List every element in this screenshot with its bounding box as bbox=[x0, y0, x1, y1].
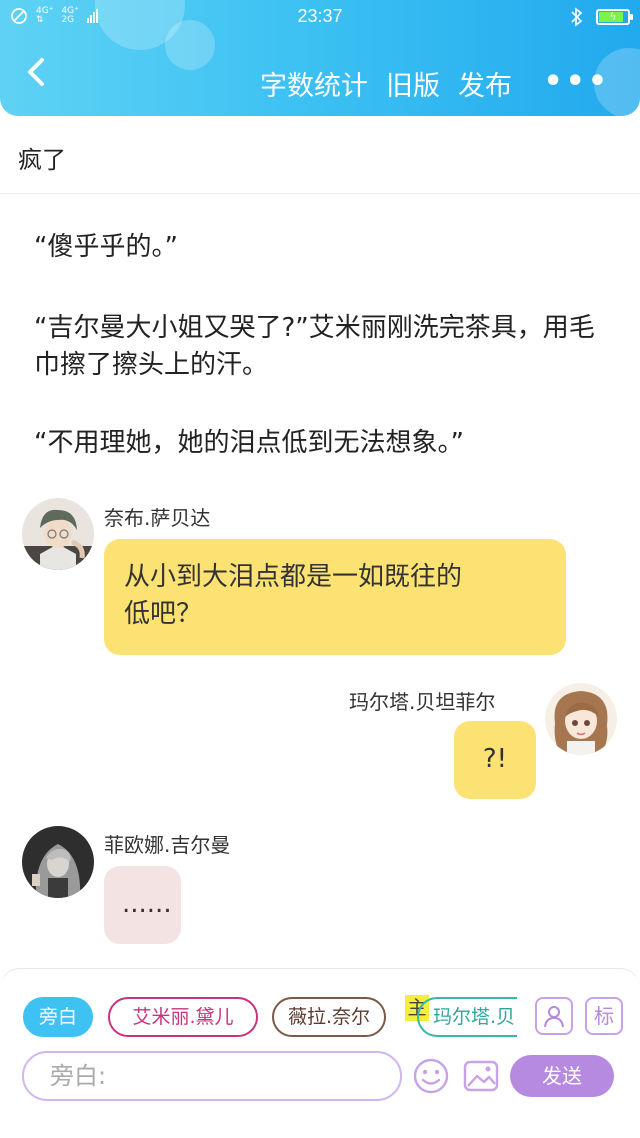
message-text-line: 低吧？ bbox=[124, 599, 203, 629]
story-title-row[interactable]: 疯了 bbox=[0, 116, 640, 194]
role-chip-vera[interactable]: 薇拉.奈尔 bbox=[272, 997, 386, 1037]
avatar-naib[interactable] bbox=[22, 498, 94, 570]
speaker-name: 菲欧娜.吉尔曼 bbox=[104, 833, 231, 857]
image-icon[interactable] bbox=[462, 1057, 500, 1095]
more-menu-button[interactable]: ••• bbox=[543, 64, 610, 99]
message-text-line: 从小到大泪点都是一如既往的 bbox=[124, 562, 463, 592]
word-count-button[interactable]: 字数统计 bbox=[260, 64, 368, 103]
message-text: ...... bbox=[122, 889, 172, 919]
message-bubble[interactable]: ?! bbox=[454, 721, 536, 799]
speaker-name: 玛尔塔.贝坦菲尔 bbox=[349, 690, 496, 714]
role-chip-narration[interactable]: 旁白 bbox=[23, 997, 93, 1037]
narration-paragraph: “吉尔曼大小姐又哭了?”艾米丽刚洗完茶具，用毛巾擦了擦头上的汗。 bbox=[34, 313, 595, 380]
role-chip-martha[interactable]: 玛尔塔.贝 bbox=[417, 997, 517, 1037]
character-settings-button[interactable] bbox=[535, 997, 573, 1035]
speaker-name: 奈布.萨贝达 bbox=[104, 506, 211, 530]
narration-paragraph: “不用理她，她的泪点低到无法想象。” bbox=[34, 428, 464, 458]
message-input[interactable]: 旁白: bbox=[22, 1051, 402, 1101]
status-bar: 4G⁺ ⇅ 4G⁺ 2G 23:37 ϟ bbox=[0, 0, 640, 34]
avatar-fiona[interactable] bbox=[22, 826, 94, 898]
back-icon[interactable] bbox=[18, 52, 58, 92]
old-version-button[interactable]: 旧版 bbox=[386, 64, 440, 103]
role-chip-emily[interactable]: 艾米丽.黛儿 bbox=[108, 997, 258, 1037]
publish-button[interactable]: 发布 bbox=[458, 64, 512, 103]
message-bubble[interactable]: ...... bbox=[104, 866, 181, 944]
nav-bar: 字数统计 旧版 发布 ••• bbox=[0, 34, 640, 116]
top-bar: 4G⁺ ⇅ 4G⁺ 2G 23:37 ϟ 字数统计 旧版 发布 ••• bbox=[0, 0, 640, 116]
bluetooth-icon bbox=[571, 7, 583, 27]
person-icon bbox=[544, 1006, 564, 1028]
emoji-icon[interactable] bbox=[412, 1057, 450, 1095]
avatar-martha[interactable] bbox=[545, 683, 617, 755]
message-text: ?! bbox=[482, 744, 508, 774]
message-bubble[interactable]: 从小到大泪点都是一如既往的 低吧？ bbox=[104, 539, 566, 655]
narration-paragraph: “傻乎乎的。” bbox=[34, 232, 178, 262]
composer-panel: 旁白 艾米丽.黛儿 薇拉.奈尔 主 玛尔塔.贝 标 旁白: 发送 bbox=[0, 968, 640, 1138]
story-title[interactable]: 疯了 bbox=[18, 140, 66, 175]
battery-icon: ϟ bbox=[596, 9, 633, 25]
status-time: 23:37 bbox=[297, 6, 343, 26]
send-button[interactable]: 发送 bbox=[510, 1055, 614, 1097]
tag-button[interactable]: 标 bbox=[585, 997, 623, 1035]
